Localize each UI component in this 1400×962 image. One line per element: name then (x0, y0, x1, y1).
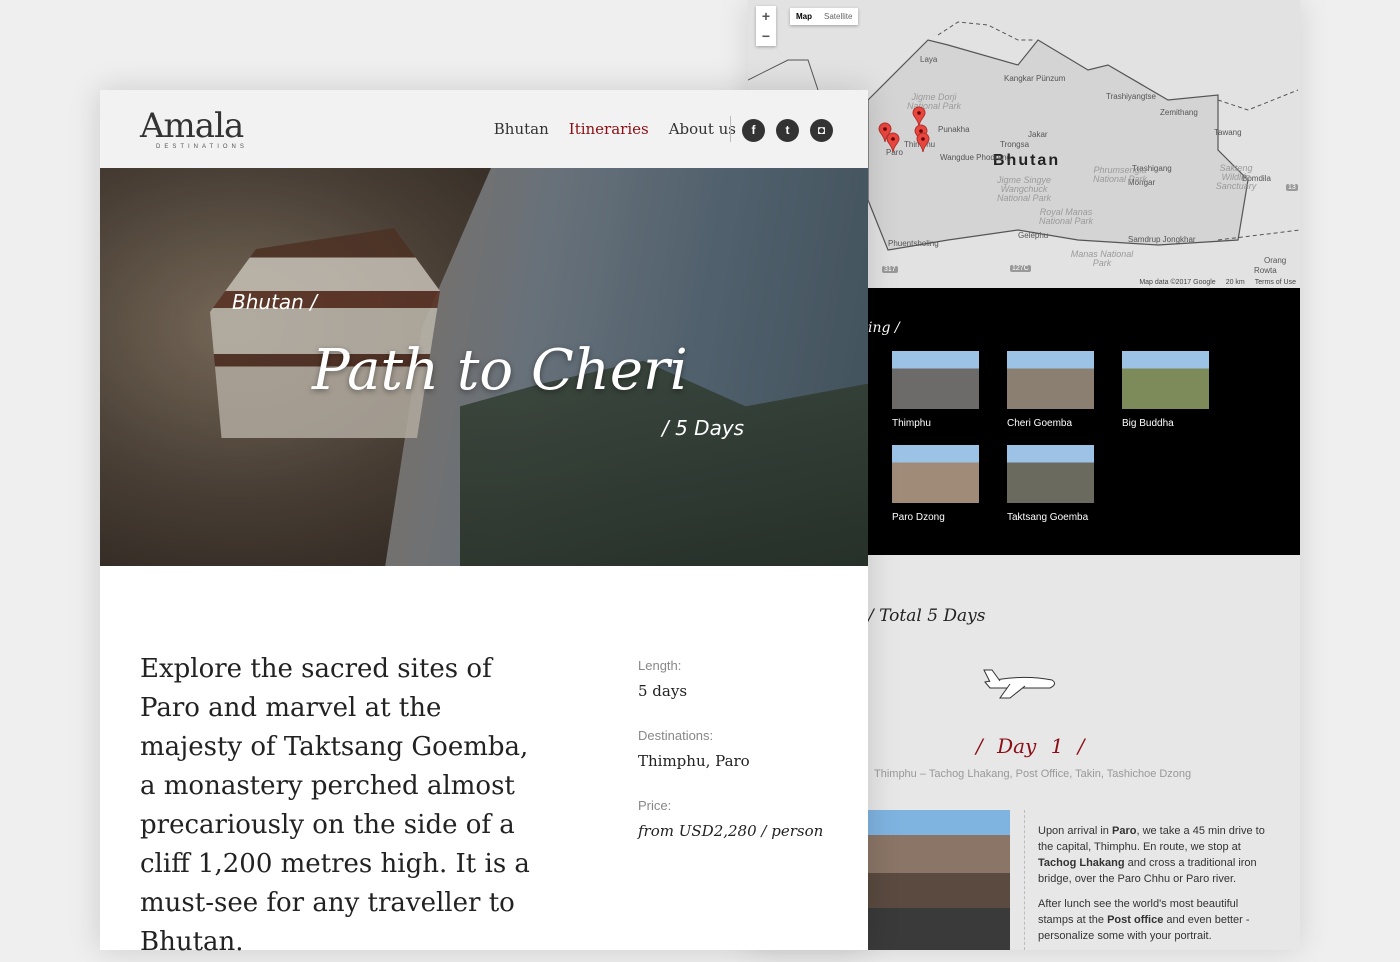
length-label: Length: (638, 658, 682, 673)
gallery-item[interactable]: Big Buddha (1122, 351, 1209, 429)
map-label: Kangkar Pünzum (1004, 74, 1066, 83)
map-zoom-control: + − (756, 6, 776, 46)
map-label: Samdrup Jongkhar (1128, 235, 1196, 244)
map-label: Zemithang (1160, 108, 1198, 117)
map-label: Trashiyangtse (1106, 92, 1156, 101)
thumbnail (1007, 445, 1094, 503)
twitter-icon[interactable]: t (776, 119, 799, 142)
trip-facts: Length: 5 days Destinations: Thimphu, Pa… (638, 658, 838, 868)
intro-text: Explore the sacred sites of Paro and mar… (140, 654, 530, 957)
nav-bhutan[interactable]: Bhutan (494, 120, 549, 138)
airplane-icon (983, 669, 1056, 699)
site-header: Amala DESTINATIONS Bhutan Itineraries Abou… (100, 90, 868, 168)
map-attribution: Map data ©2017 Google 20 km Terms of Use (1139, 279, 1296, 286)
day-photo (868, 810, 1010, 950)
thumbnail-caption: Cheri Goemba (1007, 418, 1073, 429)
map-type-map[interactable]: Map (790, 8, 818, 25)
divider (1024, 810, 1025, 950)
text: Upon arrival in (1038, 825, 1112, 837)
total-days: / Total 5 Days (868, 606, 986, 626)
day-title: / Day 1 / (976, 734, 1085, 758)
map-label: Sakteng Wildlife Sanctuary (1215, 163, 1257, 191)
instagram-icon[interactable]: ◘ (810, 119, 833, 142)
thumbnail (892, 445, 979, 503)
zoom-in-button[interactable]: + (756, 6, 776, 26)
paragraph: After lunch see the world's most beautif… (1038, 896, 1268, 944)
map-marker-icon[interactable] (886, 132, 900, 152)
destinations-value: Thimphu, Paro (638, 752, 750, 770)
gallery-section: ing / Thimphu Cheri Goemba Big Buddha Paro … (868, 288, 1300, 555)
thumbnail-caption: Paro Dzong (892, 512, 945, 523)
map-label: Royal Manas National Park (1038, 207, 1094, 226)
map-label: Gelephu (1018, 231, 1049, 240)
map-label: Phuentsholing (888, 239, 939, 248)
map-label: Laya (920, 55, 938, 64)
price-label: Price: (638, 798, 672, 813)
highlight: Paro (1111, 825, 1137, 837)
paragraph: Upon arrival in Paro, we take a 45 min d… (1038, 823, 1268, 887)
map-label: Wangdue Phodrang (940, 153, 1011, 162)
facebook-icon[interactable]: f (742, 119, 765, 142)
map-type-control: Map Satellite (790, 8, 859, 25)
map-label: Orang (1264, 256, 1287, 265)
breadcrumb[interactable]: Bhutan / (232, 290, 317, 314)
destinations-label: Destinations: (638, 728, 714, 743)
page-title: Path to Cheri (312, 338, 688, 403)
gallery-item[interactable]: Taktsang Goemba (1007, 445, 1094, 523)
gallery-title: ing / (868, 320, 900, 336)
map-label: Manas National Park (1070, 249, 1134, 268)
map-marker-icon[interactable] (912, 106, 926, 126)
attribution: Map data ©2017 Google (1139, 279, 1216, 286)
thumbnail (1007, 351, 1094, 409)
map-label: Jakar (1028, 130, 1048, 139)
gallery-item[interactable]: Paro Dzong (892, 445, 979, 523)
length-value: 5 days (638, 682, 688, 700)
thumbnail (892, 351, 979, 409)
front-page: Amala DESTINATIONS Bhutan Itineraries Abou… (100, 90, 868, 957)
nav-divider (730, 116, 731, 142)
day-subtitle: Thimphu – Tachog Lhakang, Post Office, T… (874, 768, 1192, 780)
nav-about-us[interactable]: About us (669, 120, 736, 138)
map-label: Punakha (938, 125, 970, 134)
logo[interactable]: Amala (140, 106, 244, 146)
map-marker-icon[interactable] (916, 132, 930, 152)
highlight: Post office (1107, 914, 1164, 926)
scale: 20 km (1225, 279, 1245, 286)
thumbnail-caption: Thimphu (892, 418, 931, 429)
map-label: Tawang (1214, 128, 1242, 137)
map-type-satellite[interactable]: Satellite (818, 8, 858, 25)
nav-itineraries[interactable]: Itineraries (569, 120, 649, 138)
logo-subtitle: DESTINATIONS (156, 144, 248, 150)
gallery-item[interactable]: Thimphu (892, 351, 979, 429)
map-label: Trongsa (1000, 140, 1030, 149)
road-shield: 13 (1286, 184, 1298, 191)
price-value: from USD2,280 / person (638, 822, 824, 840)
highlight: Tachog Lhakang (1038, 857, 1125, 869)
gallery-item[interactable]: Cheri Goemba (1007, 351, 1094, 429)
thumbnail-caption: Taktsang Goemba (1007, 512, 1089, 523)
thumbnail-caption: Big Buddha (1122, 418, 1174, 429)
map-label: Rowta (1254, 266, 1277, 275)
road-shield: 127C (1010, 265, 1031, 272)
map-label: Phrumsengla National Park (1092, 165, 1148, 184)
terms-link[interactable]: Terms of Use (1255, 279, 1296, 286)
hero-days: / 5 Days (662, 416, 745, 440)
zoom-out-button[interactable]: − (756, 26, 776, 46)
map-label: Jigme Singye Wangchuck National Park (996, 175, 1052, 203)
hero-banner: Bhutan / Path to Cheri / 5 Days (100, 168, 868, 566)
road-shield: 317 (882, 266, 898, 273)
main-nav: Bhutan Itineraries About us (494, 120, 736, 138)
thumbnail (1122, 351, 1209, 409)
day-description: Upon arrival in Paro, we take a 45 min d… (1038, 823, 1268, 953)
